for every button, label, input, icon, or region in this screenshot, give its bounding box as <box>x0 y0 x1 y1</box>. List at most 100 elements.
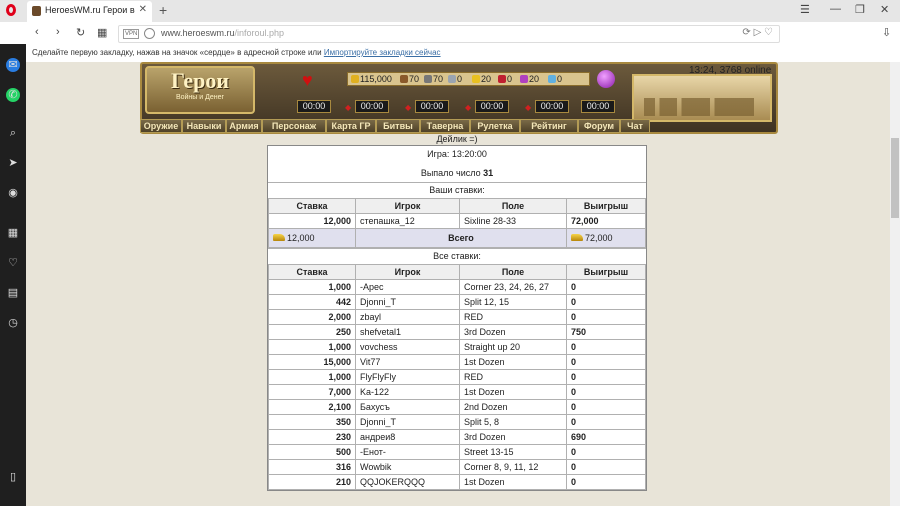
menu-army[interactable]: Армия <box>226 119 262 133</box>
resource-value: 20 <box>529 74 540 84</box>
globe-icon <box>144 28 155 39</box>
win-amount: 0 <box>566 414 646 430</box>
url-input[interactable]: VPN www.heroeswm.ru/inforoul.php ⟳ ▷ ♡ <box>118 25 780 43</box>
tab-title: HeroesWM.ru Герои войн <box>45 5 135 15</box>
whatsapp-icon[interactable]: ✆ <box>6 88 20 102</box>
resource-bar: 115,000 70 70 0 20 0 20 0 <box>347 72 590 86</box>
forward-icon[interactable]: › <box>56 26 60 38</box>
vpn-badge[interactable]: VPN <box>123 29 140 39</box>
logo-title: Герои <box>171 68 229 93</box>
player-name[interactable]: Wowbik <box>355 459 460 475</box>
player-name[interactable]: shefvetal1 <box>355 324 460 340</box>
messenger-icon[interactable]: ✉ <box>6 58 20 72</box>
url-domain: www.heroeswm.ru <box>161 28 235 38</box>
bet-amount: 7,000 <box>268 384 356 400</box>
game-time: Игра: 13:20:00 <box>427 149 487 159</box>
rolled-number-line: Выпало число 31 <box>268 164 646 182</box>
win-amount: 0 <box>566 339 646 355</box>
menu-chat[interactable]: Чат <box>620 119 650 133</box>
bet-field: 1st Dozen <box>459 384 567 400</box>
bet-amount: 316 <box>268 459 356 475</box>
rolled-number: 31 <box>483 168 494 178</box>
player-name[interactable]: QQJOKERQQQ <box>355 474 460 490</box>
menu-forum[interactable]: Форум <box>578 119 620 133</box>
news-icon[interactable]: ▤ <box>6 286 20 300</box>
bookmarks-hint: Сделайте первую закладку, нажав на значо… <box>32 48 441 57</box>
gold-icon <box>351 75 359 83</box>
heart-bookmarks-icon[interactable]: ♡ <box>6 256 20 270</box>
bet-amount: 1,000 <box>268 279 356 295</box>
search-icon[interactable]: ⌕ <box>6 126 20 140</box>
tab-close-icon[interactable]: ✕ <box>139 4 147 15</box>
player-name[interactable]: степашка_12 <box>355 213 460 229</box>
url-actions[interactable]: ⟳ ▷ ♡ <box>742 27 773 38</box>
tab-menu-icon[interactable]: ☰ <box>800 3 810 16</box>
bet-amount: 15,000 <box>268 354 356 370</box>
col-field: Поле <box>459 264 567 280</box>
player-name[interactable]: Djonni_T <box>355 414 460 430</box>
player-name[interactable]: -Енот- <box>355 444 460 460</box>
import-bookmarks-link[interactable]: Импортируйте закладки сейчас <box>324 48 441 57</box>
table-row: 12,000 степашка_12 Sixline 28-33 72,000 <box>268 213 646 229</box>
maximize-icon[interactable]: ❐ <box>855 3 865 16</box>
all-bets-table: Ставка Игрок Поле Выигрыш 1,000 -Apec Corn… <box>268 264 646 490</box>
apps-icon[interactable]: ▦ <box>6 226 20 240</box>
table-row: 2,000 zbayl RED 0 <box>268 309 646 325</box>
back-icon[interactable]: ‹ <box>35 26 39 38</box>
history-icon[interactable]: ◷ <box>6 316 20 330</box>
player-name[interactable]: FlyFlyFly <box>355 369 460 385</box>
menu-battles[interactable]: Битвы <box>376 119 420 133</box>
bookmarks-bar: Сделайте первую закладку, нажав на значо… <box>0 44 900 63</box>
win-amount: 0 <box>566 399 646 415</box>
menu-skills[interactable]: Навыки <box>182 119 226 133</box>
bet-field: 1st Dozen <box>459 474 567 490</box>
player-name[interactable]: Vit77 <box>355 354 460 370</box>
menu-map[interactable]: Карта ГР <box>326 119 376 133</box>
bet-amount: 500 <box>268 444 356 460</box>
speed-dial-icon[interactable]: ▦ <box>97 26 107 39</box>
bet-field: 2nd Dozen <box>459 399 567 415</box>
menu-weapons[interactable]: Оружие <box>140 119 182 133</box>
game-logo[interactable]: Герои Войны и Денег <box>145 66 255 114</box>
player-name[interactable]: zbayl <box>355 309 460 325</box>
menu-roulette[interactable]: Рулетка <box>470 119 520 133</box>
bet-amount: 1,000 <box>268 369 356 385</box>
player-name[interactable]: андреи8 <box>355 429 460 445</box>
browser-tab[interactable]: HeroesWM.ru Герои войн ✕ <box>27 1 152 22</box>
timer-icon: ◆ <box>345 103 352 112</box>
player-name[interactable]: Бахусъ <box>355 399 460 415</box>
player-name[interactable]: Djonni_T <box>355 294 460 310</box>
bet-field: Corner 23, 24, 26, 27 <box>459 279 567 295</box>
sidebar-toggle-icon[interactable]: ▯ <box>6 470 20 484</box>
reload-icon[interactable]: ↻ <box>76 26 85 39</box>
player-name[interactable]: vovchess <box>355 339 460 355</box>
opera-menu-icon[interactable] <box>6 4 16 16</box>
menu-tavern[interactable]: Таверна <box>420 119 470 133</box>
menu-rating[interactable]: Рейтинг <box>520 119 578 133</box>
menu-character[interactable]: Персонаж <box>262 119 326 133</box>
player-name[interactable]: -Apec <box>355 279 460 295</box>
crystal-icon <box>498 75 506 83</box>
magic-orb-icon[interactable] <box>597 70 615 88</box>
timer: 00:00 <box>415 100 449 113</box>
resource-value: 20 <box>481 74 492 84</box>
player-name[interactable]: Ka-122 <box>355 384 460 400</box>
timer-icon: ◆ <box>525 103 532 112</box>
close-window-icon[interactable]: ✕ <box>880 3 889 16</box>
bet-amount: 1,000 <box>268 339 356 355</box>
bet-amount: 230 <box>268 429 356 445</box>
dealer-name[interactable]: Дейлик =) <box>267 134 647 145</box>
scrollbar-thumb[interactable] <box>891 138 899 218</box>
bet-amount: 2,000 <box>268 309 356 325</box>
send-icon[interactable]: ➤ <box>6 156 20 170</box>
page-scrollbar[interactable] <box>890 62 900 506</box>
download-icon[interactable]: ⇩ <box>882 26 891 39</box>
bet-field: 1st Dozen <box>459 354 567 370</box>
bet-amount: 350 <box>268 414 356 430</box>
ore-icon <box>424 75 432 83</box>
new-tab-icon[interactable]: + <box>159 2 167 18</box>
camera-icon[interactable]: ◉ <box>6 186 20 200</box>
minimize-icon[interactable]: — <box>830 3 841 15</box>
health-heart-icon[interactable]: ♥ <box>302 70 313 91</box>
win-amount: 0 <box>566 354 646 370</box>
